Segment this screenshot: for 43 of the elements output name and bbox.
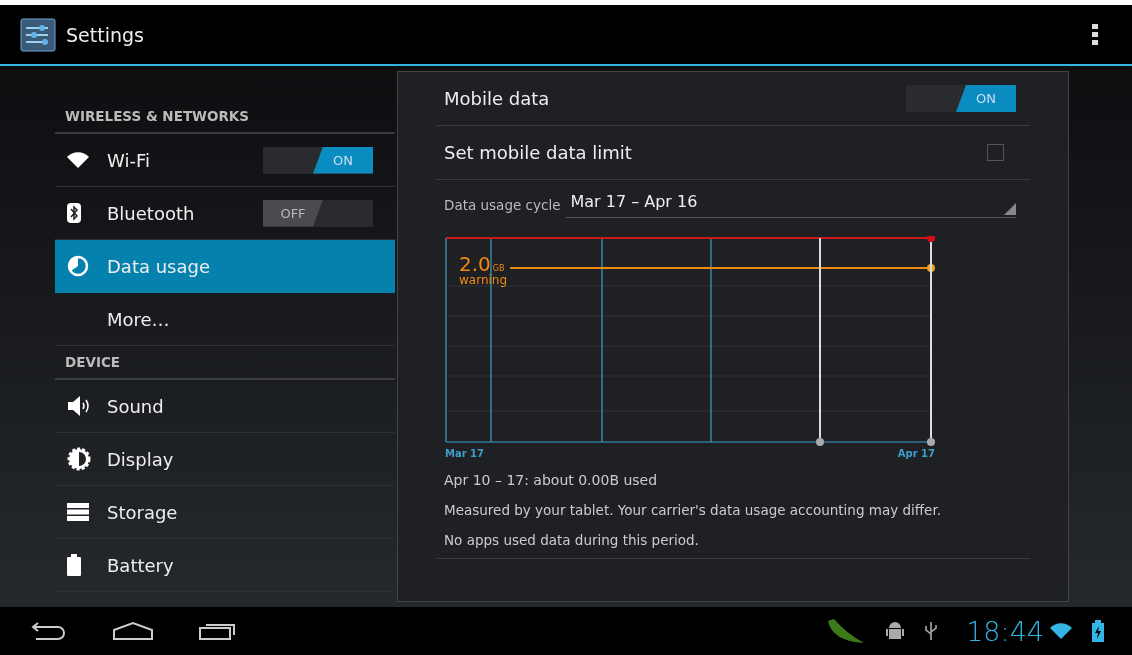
cycle-dropdown[interactable]: Mar 17 – Apr 16	[566, 192, 1016, 218]
clock: 18:44	[966, 615, 1044, 647]
toggle-switch[interactable]: OFF	[263, 199, 373, 227]
settings-item[interactable]: Display	[55, 433, 395, 486]
warning-line[interactable]	[509, 264, 935, 272]
settings-item[interactable]: Battery	[55, 539, 395, 592]
section-header: WIRELESS & NETWORKS	[55, 100, 395, 134]
brightness-icon	[67, 447, 91, 471]
info-text: No apps used data during this period.	[443, 531, 700, 548]
settings-item[interactable]: Sound	[55, 380, 395, 433]
settings-item[interactable]: Wi-Fi ON	[55, 134, 395, 187]
data-limit-label: Set mobile data limit	[444, 142, 632, 163]
usage-summary: Apr 10 – 17: about 0.00B used	[443, 471, 659, 488]
usb-icon	[924, 620, 939, 642]
pie-chart-icon	[67, 255, 89, 277]
warning-unit: GB	[492, 264, 505, 273]
mobile-data-label: Mobile data	[444, 88, 550, 109]
checkbox[interactable]	[987, 144, 1004, 161]
settings-item[interactable]: Bluetooth OFF	[55, 187, 395, 240]
axis-start-label: Mar 17	[445, 448, 485, 459]
home-icon[interactable]	[112, 621, 154, 641]
battery-icon	[67, 554, 81, 576]
range-start-handle[interactable]	[816, 237, 824, 446]
axis-end-label: Apr 17	[897, 448, 935, 459]
cycle-label: Data usage cycle	[444, 197, 561, 213]
battery-charging-icon	[1092, 620, 1104, 642]
app-title: Settings	[66, 23, 145, 46]
overflow-menu-icon[interactable]	[1092, 23, 1098, 46]
wifi-icon	[1050, 623, 1072, 639]
settings-item[interactable]: Storage	[55, 486, 395, 539]
settings-item[interactable]: Data usage	[55, 240, 395, 293]
dropdown-corner-icon	[1004, 203, 1016, 215]
section-header: DEVICE	[55, 346, 395, 380]
android-icon	[886, 620, 905, 642]
range-end-handle[interactable]	[927, 241, 935, 446]
wifi-icon	[67, 152, 89, 168]
sliders-icon[interactable]	[20, 17, 56, 52]
recent-apps-icon[interactable]	[198, 621, 238, 641]
info-text: Measured by your tablet. Your carrier's data usage accounting may differ.	[443, 501, 943, 518]
storage-icon	[67, 503, 89, 521]
warning-label: warning	[459, 273, 508, 287]
bluetooth-icon	[67, 203, 81, 223]
settings-item[interactable]: More…	[55, 293, 395, 346]
